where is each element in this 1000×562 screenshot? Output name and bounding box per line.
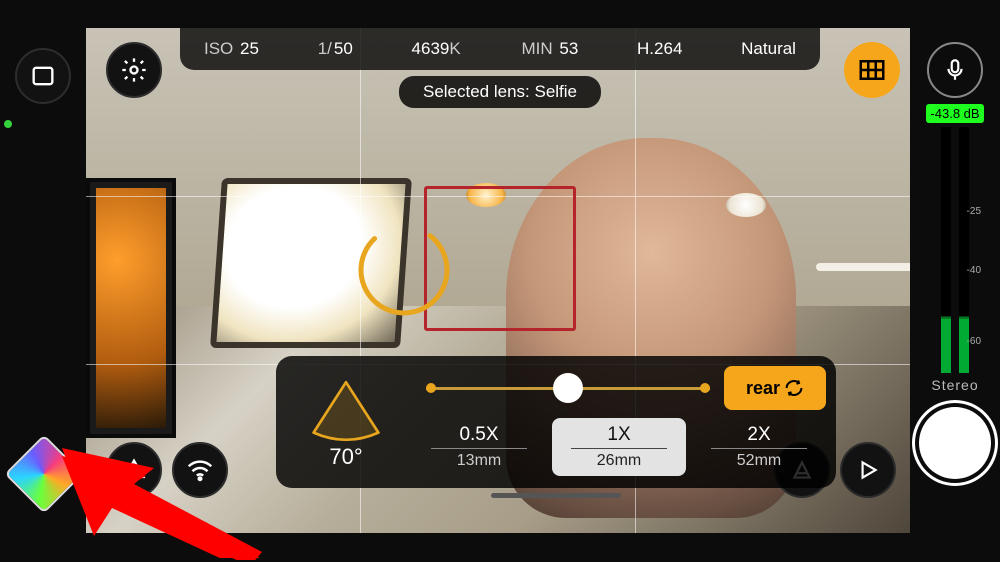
- meta-iso[interactable]: ISO 25: [204, 39, 259, 59]
- grid-toggle-button[interactable]: [844, 42, 900, 98]
- panel-handle[interactable]: [491, 493, 621, 498]
- status-dot: [4, 120, 12, 128]
- playback-button[interactable]: [840, 442, 896, 498]
- settings-button[interactable]: [106, 42, 162, 98]
- lens-toast: Selected lens: Selfie: [399, 76, 601, 108]
- bottom-strip: [86, 533, 910, 562]
- meta-bar: ISO 25 1/50 4639K MIN 53 H.264 Natural: [180, 28, 820, 70]
- lens-options: 0.5X 13mm 1X 26mm 2X 52mm: [412, 418, 826, 476]
- audio-meters: -25 -40 -60: [925, 127, 985, 373]
- scene-monitor: [86, 178, 176, 438]
- audio-mode-label: Stereo: [931, 377, 978, 393]
- lens-option-1x[interactable]: 1X 26mm: [552, 418, 686, 476]
- remote-wifi-button[interactable]: [172, 442, 228, 498]
- audio-settings-button[interactable]: [927, 42, 983, 98]
- aspect-button[interactable]: [15, 48, 71, 104]
- zoom-slider[interactable]: [412, 364, 724, 412]
- lens-panel: 70° rear 0.5X 13mm 1X: [276, 356, 836, 488]
- exposure-ring[interactable]: [354, 220, 454, 320]
- right-controls: -43.8 dB -25 -40 -60 Stereo: [910, 0, 1000, 562]
- top-strip: [86, 0, 910, 28]
- zoom-slider-knob[interactable]: [553, 373, 583, 403]
- lens-option-05x[interactable]: 0.5X 13mm: [412, 418, 546, 476]
- lens-selector-button[interactable]: [106, 442, 162, 498]
- meta-codec[interactable]: H.264: [637, 39, 682, 59]
- camera-flip-button[interactable]: rear: [724, 366, 826, 410]
- meta-bitrate[interactable]: MIN 53: [521, 39, 578, 59]
- fov-display: 70°: [286, 364, 406, 480]
- meta-shutter[interactable]: 1/50: [318, 39, 353, 59]
- meta-look[interactable]: Natural: [741, 39, 796, 59]
- audio-level-badge: -43.8 dB: [926, 104, 983, 123]
- lens-option-2x[interactable]: 2X 52mm: [692, 418, 826, 476]
- meta-whitebalance[interactable]: 4639K: [412, 39, 463, 59]
- fov-degrees: 70°: [329, 444, 362, 470]
- scene-light: [816, 263, 910, 271]
- record-button[interactable]: [919, 407, 991, 479]
